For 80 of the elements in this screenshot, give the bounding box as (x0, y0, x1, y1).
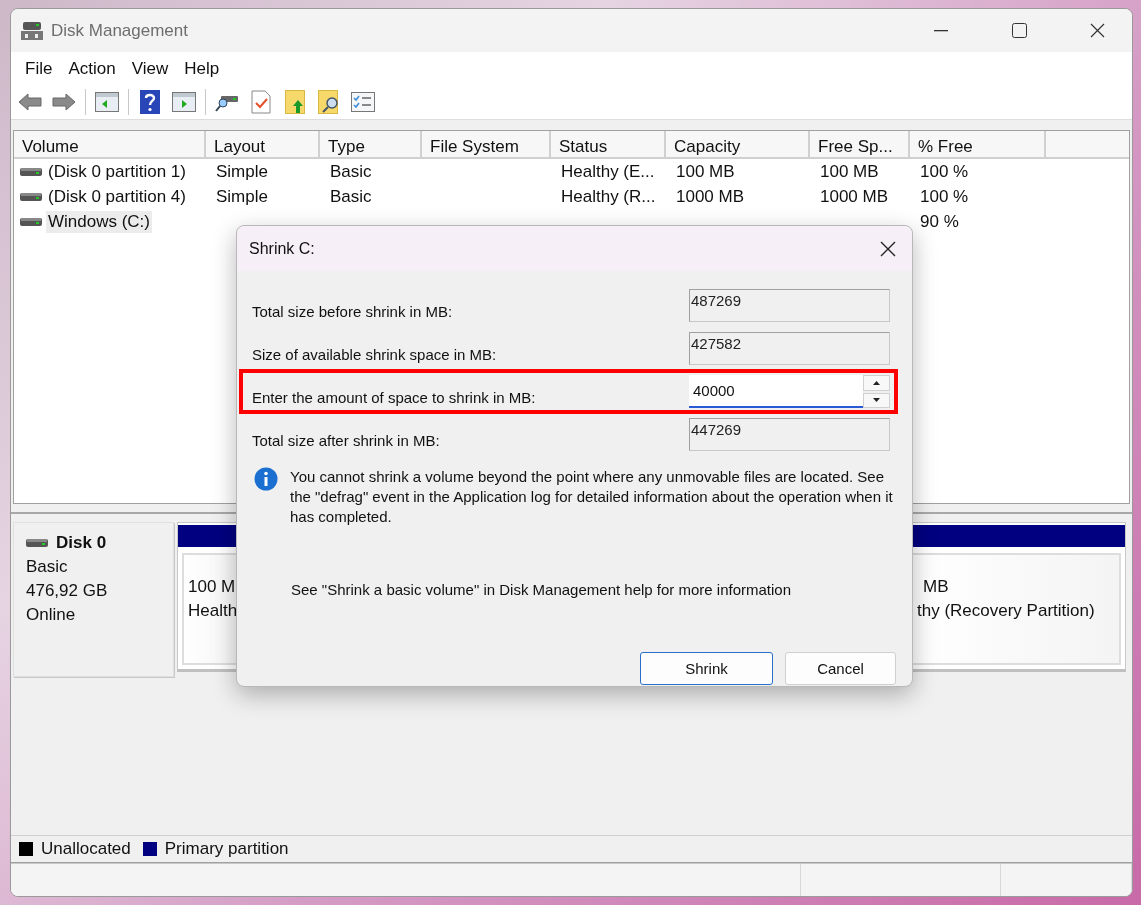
column-header[interactable]: Status (551, 131, 666, 159)
column-header[interactable]: Type (320, 131, 422, 159)
table-cell-text: Basic (329, 186, 373, 207)
disk-status: Online (26, 605, 77, 625)
toolbar-button[interactable] (171, 89, 197, 115)
field-label: Enter the amount of space to shrink in MB: (252, 389, 536, 408)
maximize-icon (1011, 23, 1027, 38)
column-header[interactable]: Volume (14, 131, 206, 159)
table-cell-text: 1000 MB (675, 186, 746, 207)
toolbar-button[interactable] (248, 89, 274, 115)
info-text: You cannot shrink a volume beyond the point where any unmovable files are located. See the "defrag" event in the Application log for detailed information about the operation when it has completed. (290, 467, 894, 527)
disk-type: Basic (26, 557, 69, 577)
field-label: Total size before shrink in MB: (252, 303, 453, 322)
table-cell-text: 90 % (919, 211, 960, 232)
column-header[interactable]: Layout (206, 131, 320, 159)
drive-icon (20, 166, 42, 177)
table-cell-text: 100 MB (819, 161, 880, 182)
field-label: Total size after shrink in MB: (252, 432, 440, 451)
up-arrow-icon (873, 380, 880, 385)
menu-item[interactable]: Action (60, 54, 124, 83)
forward-arrow-icon (52, 93, 76, 111)
column-header[interactable]: % Free (910, 131, 1046, 159)
help-text: See "Shrink a basic volume" in Disk Management help for more information (290, 580, 793, 598)
checked-document-icon (251, 90, 271, 114)
window-title: Disk Management (51, 20, 189, 41)
checklist-icon (351, 92, 375, 112)
info-icon (254, 467, 278, 491)
menu-item[interactable]: Help (176, 54, 228, 83)
menu-item[interactable]: File (17, 54, 61, 83)
column-header[interactable]: File System (422, 131, 551, 159)
table-cell-text: Simple (215, 186, 269, 207)
help-button[interactable] (137, 89, 163, 115)
table-cell-text: 100 MB (675, 161, 736, 182)
spin-up-button[interactable] (863, 375, 890, 391)
readonly-field: 487269 (689, 289, 890, 322)
partition-text: MB (922, 577, 949, 597)
close-icon (880, 240, 896, 257)
drive-icon (26, 538, 48, 548)
close-icon (1089, 23, 1105, 38)
volume-name[interactable]: Windows (C:) (46, 210, 152, 233)
field-label: Size of available shrink space in MB: (252, 346, 497, 365)
table-cell-text: 1000 MB (819, 186, 890, 207)
partition-text: thy (Recovery Partition) (917, 601, 1095, 621)
cancel-button[interactable]: Cancel (785, 652, 896, 685)
table-cell-text: Simple (215, 161, 269, 182)
table-cell-text: Healthy (E... (560, 161, 656, 182)
table-cell-text: Basic (329, 161, 373, 182)
partition-text: 100 M (188, 577, 236, 597)
disk-management-icon (21, 20, 43, 41)
legend-label: Primary partition (164, 839, 289, 859)
folder-search-icon (318, 90, 340, 114)
dialog-title: Shrink C: (249, 239, 316, 258)
disk-size: 476,92 GB (26, 581, 109, 601)
volume-name[interactable]: (Disk 0 partition 1) (46, 160, 188, 183)
back-arrow-icon (18, 93, 42, 111)
folder-up-icon (285, 90, 305, 114)
disk-name: Disk 0 (56, 533, 107, 553)
readonly-field: 427582 (689, 332, 890, 365)
column-header[interactable]: Capacity (666, 131, 810, 159)
toolbar-button[interactable] (94, 89, 120, 115)
readonly-field: 447269 (689, 418, 890, 451)
drive-icon (20, 216, 42, 227)
panel-icon (172, 92, 196, 112)
table-cell-text: 100 % (919, 161, 970, 182)
table-cell-text: Healthy (R... (560, 186, 657, 207)
shrink-button[interactable]: Shrink (640, 652, 773, 685)
volume-name[interactable]: (Disk 0 partition 4) (46, 185, 188, 208)
table-cell-text: 100 % (919, 186, 970, 207)
legend-label: Unallocated (41, 839, 131, 859)
toolbar-button[interactable] (282, 89, 308, 115)
down-arrow-icon (873, 398, 880, 403)
column-header[interactable]: Free Sp... (810, 131, 910, 159)
menu-item[interactable]: View (123, 54, 177, 83)
partition-text: Health (188, 601, 238, 621)
drive-icon (20, 191, 42, 202)
toolbar-button[interactable] (350, 89, 376, 115)
minimize-icon (934, 29, 948, 32)
panel-icon (95, 92, 119, 112)
spin-down-button[interactable] (863, 392, 890, 408)
help-icon (140, 90, 160, 114)
